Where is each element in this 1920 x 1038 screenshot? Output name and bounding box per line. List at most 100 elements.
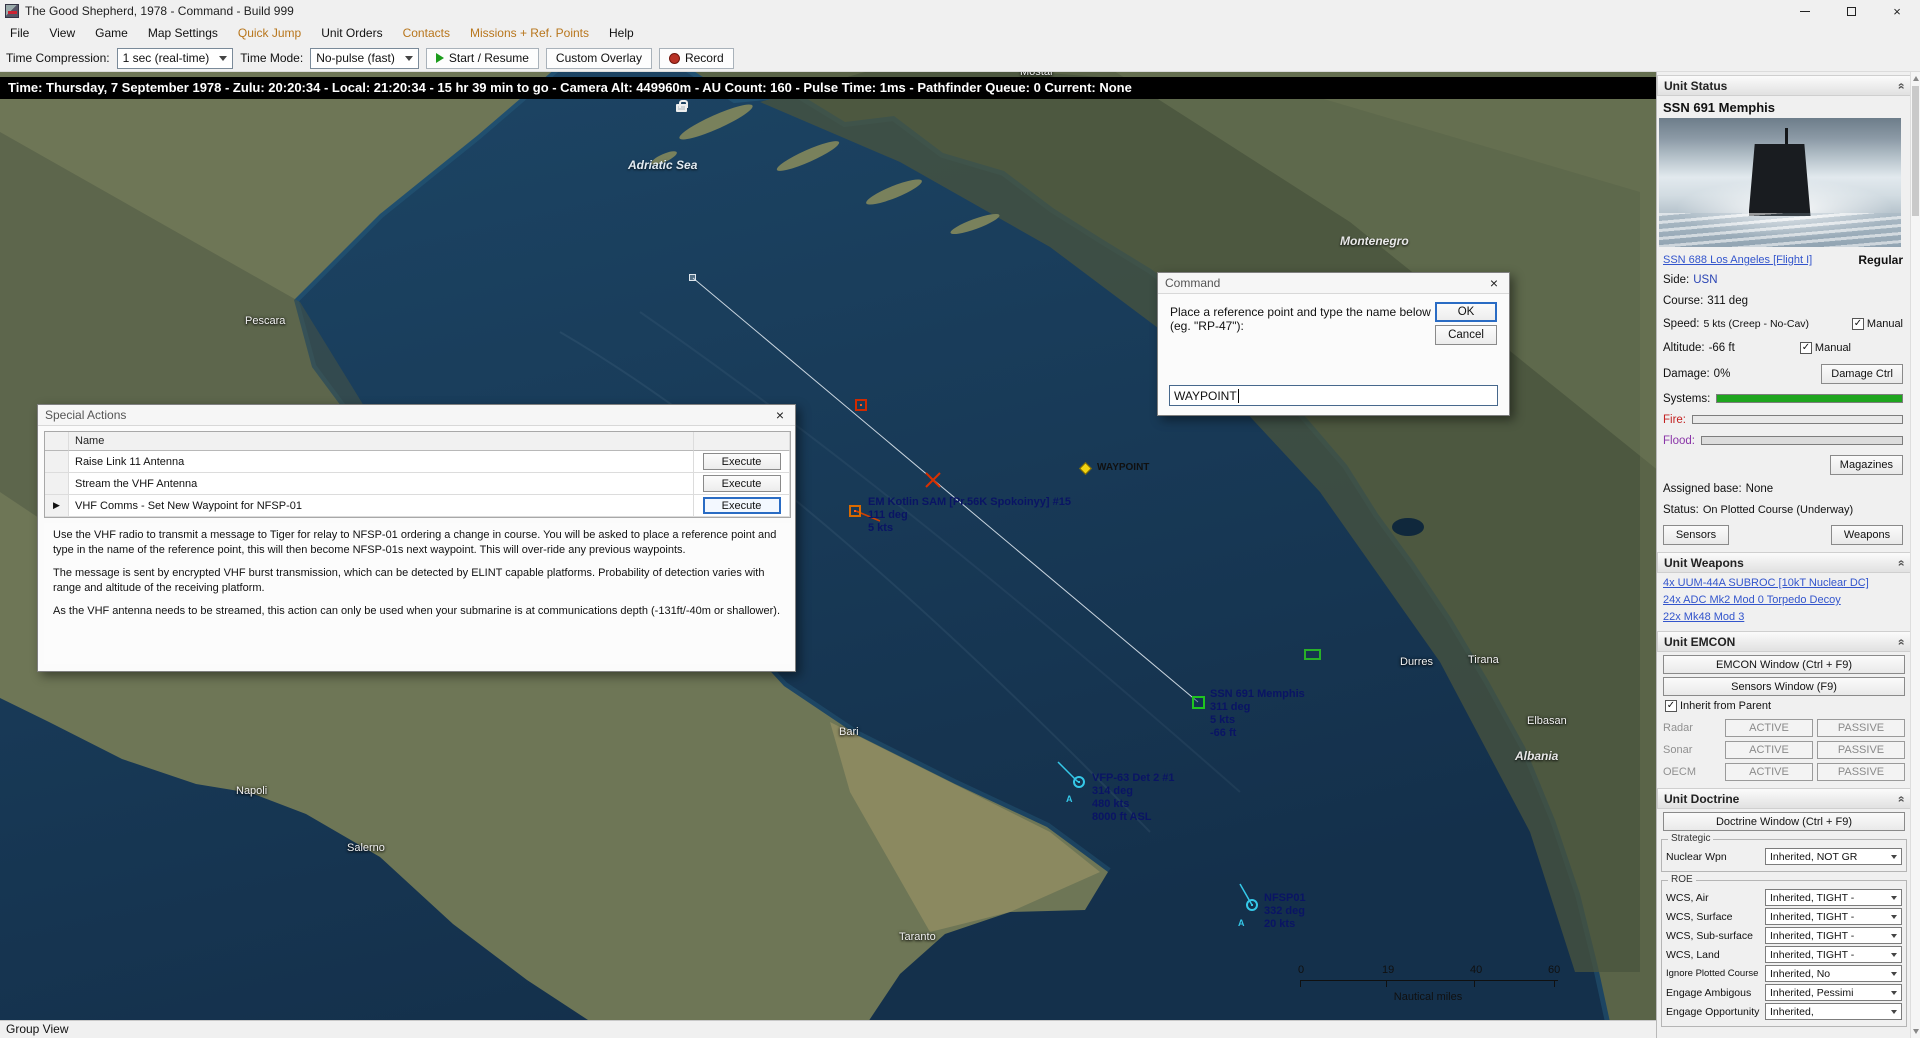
map-canvas[interactable]: Time: Thursday, 7 September 1978 - Zulu:… bbox=[0, 72, 1656, 1020]
course-label: Course: bbox=[1663, 295, 1703, 307]
ok-button[interactable]: OK bbox=[1435, 302, 1497, 322]
altitude-manual-checkbox[interactable] bbox=[1800, 342, 1812, 354]
reference-point-input[interactable]: WAYPOINT bbox=[1169, 385, 1498, 406]
emcon-window-button[interactable]: EMCON Window (Ctrl + F9) bbox=[1663, 655, 1905, 674]
unit-weapons-header[interactable]: Unit Weapons » bbox=[1657, 552, 1911, 573]
maximize-button[interactable] bbox=[1828, 0, 1874, 22]
weapon-link[interactable]: 4x UUM-44A SUBROC [10kT Nuclear DC] bbox=[1663, 575, 1905, 592]
inherit-from-parent-checkbox[interactable] bbox=[1665, 700, 1677, 712]
record-button[interactable]: Record bbox=[659, 48, 734, 69]
chevron-down-icon bbox=[1891, 953, 1897, 957]
collapse-icon[interactable]: » bbox=[1894, 559, 1908, 566]
sonar-active-button[interactable]: ACTIVE bbox=[1725, 741, 1813, 759]
sonar-passive-button[interactable]: PASSIVE bbox=[1817, 741, 1905, 759]
start-resume-button[interactable]: Start / Resume bbox=[426, 48, 539, 69]
oecm-label: OECM bbox=[1663, 766, 1721, 778]
weapons-button[interactable]: Weapons bbox=[1831, 525, 1903, 545]
radar-passive-button[interactable]: PASSIVE bbox=[1817, 719, 1905, 737]
time-compression-label: Time Compression: bbox=[6, 51, 110, 65]
cancel-button[interactable]: Cancel bbox=[1435, 325, 1497, 345]
memphis-label: SSN 691 Memphis 311 deg 5 kts -66 ft bbox=[1210, 688, 1305, 740]
collapse-icon[interactable]: » bbox=[1894, 638, 1908, 645]
menu-file[interactable]: File bbox=[0, 22, 39, 45]
speed-manual-checkbox[interactable] bbox=[1852, 318, 1864, 330]
column-header-name[interactable]: Name bbox=[69, 432, 694, 451]
waypoint-label: WAYPOINT bbox=[1097, 462, 1149, 473]
close-icon[interactable]: × bbox=[1486, 276, 1502, 290]
special-actions-titlebar[interactable]: Special Actions × bbox=[38, 405, 795, 426]
action-name[interactable]: Raise Link 11 Antenna bbox=[69, 451, 694, 473]
wcs-land-select[interactable]: Inherited, TIGHT - bbox=[1765, 946, 1902, 963]
execute-button[interactable]: Execute bbox=[703, 475, 781, 492]
sensors-window-button[interactable]: Sensors Window (F9) bbox=[1663, 677, 1905, 696]
assigned-base-label: Assigned base: bbox=[1663, 483, 1742, 495]
wcs-subsurface-select[interactable]: Inherited, TIGHT - bbox=[1765, 927, 1902, 944]
collapse-icon[interactable]: » bbox=[1894, 82, 1908, 89]
menu-help[interactable]: Help bbox=[599, 22, 644, 45]
place-label: Taranto bbox=[899, 931, 936, 943]
radar-active-button[interactable]: ACTIVE bbox=[1725, 719, 1813, 737]
doctrine-window-button[interactable]: Doctrine Window (Ctrl + F9) bbox=[1663, 812, 1905, 831]
unit-doctrine-header[interactable]: Unit Doctrine » bbox=[1657, 788, 1911, 809]
proficiency-label: Regular bbox=[1858, 253, 1903, 267]
menu-game[interactable]: Game bbox=[85, 22, 138, 45]
table-row[interactable]: Stream the VHF Antenna Execute bbox=[45, 473, 790, 495]
kotlin-sam-symbol[interactable] bbox=[849, 505, 861, 517]
menu-quick-jump[interactable]: Quick Jump bbox=[228, 22, 311, 45]
execute-button[interactable]: Execute bbox=[703, 453, 781, 470]
menu-unit-orders[interactable]: Unit Orders bbox=[311, 22, 392, 45]
nuclear-wpn-select[interactable]: Inherited, NOT GR bbox=[1765, 848, 1902, 865]
hostile-contact-symbol[interactable] bbox=[855, 399, 867, 411]
title-bar[interactable]: The Good Shepherd, 1978 - Command - Buil… bbox=[0, 0, 1920, 22]
unit-class-link[interactable]: SSN 688 Los Angeles [Flight I] bbox=[1663, 254, 1812, 266]
command-dialog-titlebar[interactable]: Command × bbox=[1158, 273, 1509, 294]
engage-ambigous-select[interactable]: Inherited, Pessimi bbox=[1765, 984, 1902, 1001]
scroll-up-icon[interactable] bbox=[1913, 76, 1919, 81]
unit-status-header[interactable]: Unit Status » bbox=[1657, 75, 1911, 96]
action-name[interactable]: VHF Comms - Set New Waypoint for NFSP-01 bbox=[69, 495, 694, 517]
menu-view[interactable]: View bbox=[39, 22, 85, 45]
place-label: Bari bbox=[839, 726, 859, 738]
close-button[interactable]: × bbox=[1874, 0, 1920, 22]
unit-name: SSN 691 Memphis bbox=[1657, 96, 1911, 118]
application-window: The Good Shepherd, 1978 - Command - Buil… bbox=[0, 0, 1920, 1038]
nfsp-symbol[interactable] bbox=[1246, 899, 1258, 911]
engage-opportunity-select[interactable]: Inherited, bbox=[1765, 1003, 1902, 1020]
green-contact-symbol[interactable] bbox=[1304, 649, 1321, 660]
menu-contacts[interactable]: Contacts bbox=[393, 22, 460, 45]
altitude-value: -66 ft bbox=[1709, 342, 1735, 354]
sidebar-scrollbar[interactable] bbox=[1910, 72, 1920, 1038]
time-compression-select[interactable]: 1 sec (real-time) bbox=[117, 48, 234, 69]
time-mode-select[interactable]: No-pulse (fast) bbox=[310, 48, 419, 69]
weapon-link[interactable]: 22x Mk48 Mod 3 bbox=[1663, 609, 1905, 626]
weapon-link[interactable]: 24x ADC Mk2 Mod 0 Torpedo Decoy bbox=[1663, 592, 1905, 609]
wcs-air-select[interactable]: Inherited, TIGHT - bbox=[1765, 889, 1902, 906]
close-icon[interactable]: × bbox=[772, 408, 788, 422]
execute-button[interactable]: Execute bbox=[703, 497, 781, 514]
vfp-symbol[interactable] bbox=[1073, 776, 1085, 788]
menu-map-settings[interactable]: Map Settings bbox=[138, 22, 228, 45]
oecm-passive-button[interactable]: PASSIVE bbox=[1817, 763, 1905, 781]
course-start-marker[interactable] bbox=[689, 274, 696, 281]
minimize-button[interactable] bbox=[1782, 0, 1828, 22]
scroll-down-icon[interactable] bbox=[1913, 1029, 1919, 1034]
table-row[interactable]: Raise Link 11 Antenna Execute bbox=[45, 451, 790, 473]
row-selector-icon: ▶ bbox=[45, 495, 69, 517]
damage-ctrl-button[interactable]: Damage Ctrl bbox=[1821, 364, 1903, 384]
memphis-symbol[interactable] bbox=[1192, 696, 1205, 709]
collapse-icon[interactable]: » bbox=[1894, 795, 1908, 802]
play-icon bbox=[436, 53, 444, 63]
wcs-surface-select[interactable]: Inherited, TIGHT - bbox=[1765, 908, 1902, 925]
ignore-plotted-course-select[interactable]: Inherited, No bbox=[1765, 965, 1902, 982]
custom-overlay-button[interactable]: Custom Overlay bbox=[546, 48, 652, 69]
strategic-group: Strategic Nuclear Wpn Inherited, NOT GR bbox=[1661, 839, 1907, 872]
sensors-button[interactable]: Sensors bbox=[1663, 525, 1729, 545]
menu-missions-ref-points[interactable]: Missions + Ref. Points bbox=[460, 22, 599, 45]
magazines-button[interactable]: Magazines bbox=[1830, 455, 1903, 475]
action-name[interactable]: Stream the VHF Antenna bbox=[69, 473, 694, 495]
scrollbar-thumb[interactable] bbox=[1912, 86, 1919, 216]
table-row-selected[interactable]: ▶ VHF Comms - Set New Waypoint for NFSP-… bbox=[45, 495, 790, 517]
unit-emcon-header[interactable]: Unit EMCON » bbox=[1657, 631, 1911, 652]
oecm-active-button[interactable]: ACTIVE bbox=[1725, 763, 1813, 781]
speed-label: Speed: bbox=[1663, 318, 1699, 330]
